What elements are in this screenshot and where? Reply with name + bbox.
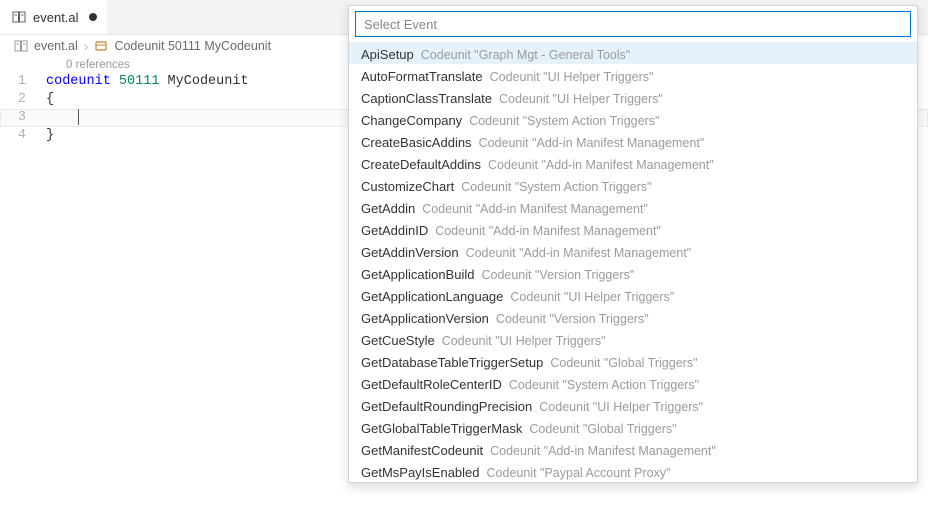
event-picker-item[interactable]: GetGlobalTableTriggerMask Codeunit "Globa… [349,416,917,438]
event-name: GetMsPayIsEnabled [361,462,480,482]
event-detail: Codeunit "Version Triggers" [496,308,649,330]
event-picker-item[interactable]: AutoFormatTranslate Codeunit "UI Helper T… [349,64,917,86]
line-number: 1 [0,73,46,91]
line-number: 2 [0,91,46,109]
al-file-icon [14,39,28,53]
event-picker-item[interactable]: GetCueStyle Codeunit "UI Helper Triggers" [349,328,917,350]
event-detail: Codeunit "UI Helper Triggers" [510,286,674,308]
event-name: GetManifestCodeunit [361,440,483,462]
code-content: } [46,127,54,145]
event-name: GetCueStyle [361,330,435,352]
breadcrumb-symbol[interactable]: Codeunit 50111 MyCodeunit [114,39,271,53]
breadcrumb-file[interactable]: event.al [34,39,78,53]
event-name: GetApplicationBuild [361,264,474,286]
event-name: ChangeCompany [361,110,462,132]
event-picker-input[interactable] [355,11,911,37]
event-name: CreateBasicAddins [361,132,472,154]
event-name: ApiSetup [361,44,414,66]
event-picker-item[interactable]: CustomizeChart Codeunit "System Action Tr… [349,174,917,196]
event-detail: Codeunit "UI Helper Triggers" [490,66,654,88]
line-number: 3 [0,109,46,127]
event-detail: Codeunit "Add-in Manifest Management" [466,242,692,264]
event-picker-item[interactable]: GetDefaultRoleCenterID Codeunit "System A… [349,372,917,394]
code-content [46,109,79,127]
event-name: GetApplicationVersion [361,308,489,330]
event-name: GetAddin [361,198,415,220]
code-content: codeunit 50111 MyCodeunit [46,73,249,91]
event-detail: Codeunit "Graph Mgt - General Tools" [421,44,630,66]
editor-tab[interactable]: event.al [0,0,107,34]
event-picker-item[interactable]: GetAddinVersion Codeunit "Add-in Manifest… [349,240,917,262]
event-detail: Codeunit "Paypal Account Proxy" [487,462,671,482]
event-detail: Codeunit "Add-in Manifest Management" [435,220,661,242]
event-name: GetAddinID [361,220,428,242]
event-detail: Codeunit "Add-in Manifest Management" [488,154,714,176]
event-name: CustomizeChart [361,176,454,198]
event-detail: Codeunit "Global Triggers" [529,418,676,440]
codeunit-icon [94,39,108,53]
event-detail: Codeunit "Add-in Manifest Management" [479,132,705,154]
event-detail: Codeunit "Version Triggers" [481,264,634,286]
event-picker-item[interactable]: GetApplicationVersion Codeunit "Version T… [349,306,917,328]
event-picker-input-wrap [349,6,917,42]
code-content: { [46,91,54,109]
event-name: GetDefaultRoundingPrecision [361,396,532,418]
event-picker-item[interactable]: GetManifestCodeunit Codeunit "Add-in Mani… [349,438,917,460]
event-detail: Codeunit "System Action Triggers" [461,176,651,198]
event-detail: Codeunit "System Action Triggers" [509,374,699,396]
event-detail: Codeunit "Global Triggers" [550,352,697,374]
al-file-icon [12,10,26,24]
event-name: GetAddinVersion [361,242,459,264]
line-number: 4 [0,127,46,145]
event-name: GetDefaultRoleCenterID [361,374,502,396]
event-picker-list: ApiSetup Codeunit "Graph Mgt - General To… [349,42,917,482]
event-picker-item[interactable]: GetApplicationBuild Codeunit "Version Tri… [349,262,917,284]
event-name: GetGlobalTableTriggerMask [361,418,522,440]
event-picker-item[interactable]: GetDatabaseTableTriggerSetup Codeunit "Gl… [349,350,917,372]
chevron-right-icon: › [84,38,89,54]
event-picker-item[interactable]: ApiSetup Codeunit "Graph Mgt - General To… [349,42,917,64]
tab-filename: event.al [33,10,79,25]
event-picker-item[interactable]: CreateDefaultAddins Codeunit "Add-in Mani… [349,152,917,174]
event-detail: Codeunit "System Action Triggers" [469,110,659,132]
event-name: AutoFormatTranslate [361,66,483,88]
event-picker-item[interactable]: ChangeCompany Codeunit "System Action Tri… [349,108,917,130]
event-detail: Codeunit "Add-in Manifest Management" [490,440,716,462]
event-detail: Codeunit "UI Helper Triggers" [539,396,703,418]
event-picker: ApiSetup Codeunit "Graph Mgt - General To… [348,5,918,483]
event-picker-item[interactable]: GetMsPayIsEnabled Codeunit "Paypal Accoun… [349,460,917,482]
event-name: CreateDefaultAddins [361,154,481,176]
event-picker-item[interactable]: GetAddinID Codeunit "Add-in Manifest Mana… [349,218,917,240]
event-picker-item[interactable]: CreateBasicAddins Codeunit "Add-in Manife… [349,130,917,152]
event-name: GetDatabaseTableTriggerSetup [361,352,543,374]
event-name: GetApplicationLanguage [361,286,503,308]
unsaved-dot-icon [89,13,97,21]
event-detail: Codeunit "UI Helper Triggers" [499,88,663,110]
event-picker-item[interactable]: CaptionClassTranslate Codeunit "UI Helper… [349,86,917,108]
event-detail: Codeunit "UI Helper Triggers" [442,330,606,352]
event-picker-item[interactable]: GetDefaultRoundingPrecision Codeunit "UI … [349,394,917,416]
event-detail: Codeunit "Add-in Manifest Management" [422,198,648,220]
text-cursor [78,109,79,125]
event-picker-item[interactable]: GetAddin Codeunit "Add-in Manifest Manage… [349,196,917,218]
event-picker-item[interactable]: GetApplicationLanguage Codeunit "UI Helpe… [349,284,917,306]
event-name: CaptionClassTranslate [361,88,492,110]
